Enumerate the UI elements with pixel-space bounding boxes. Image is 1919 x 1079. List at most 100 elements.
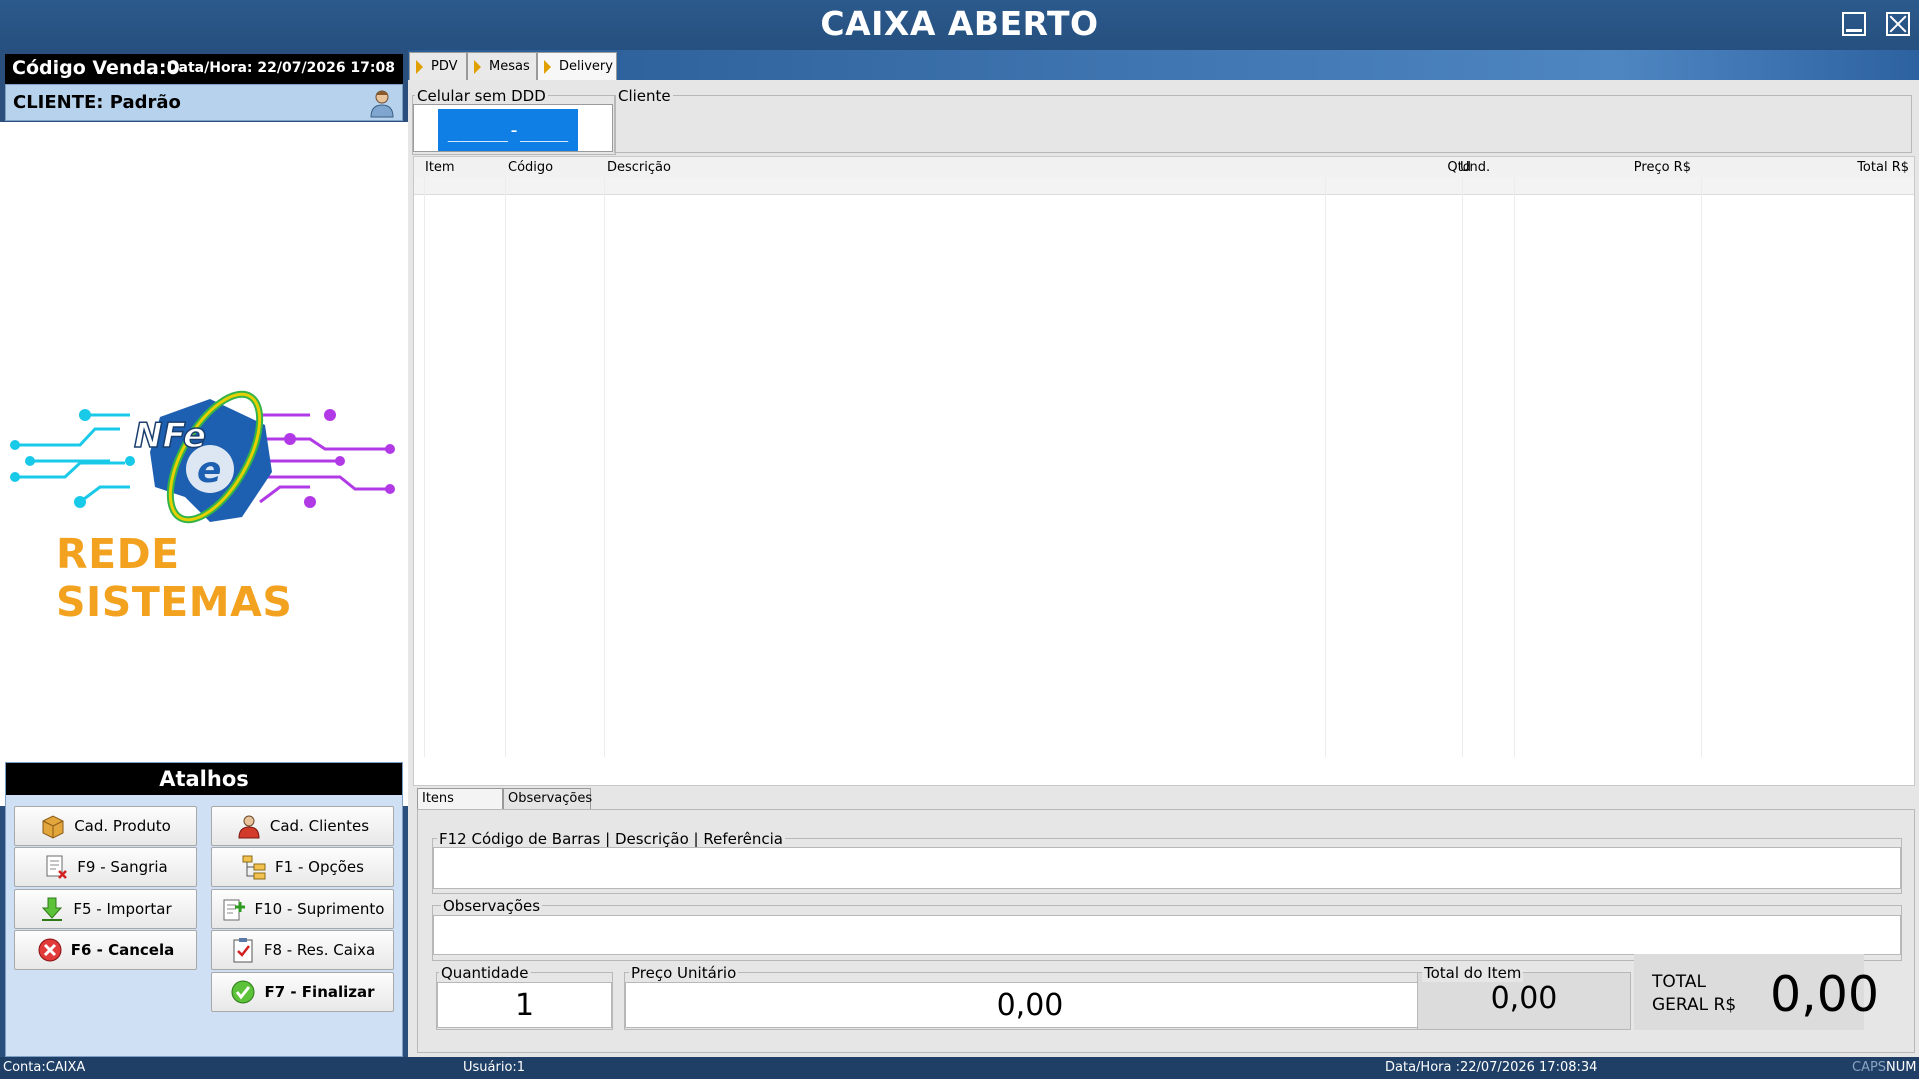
col-total[interactable]: Total R$ (1794, 160, 1909, 175)
tab-pdv[interactable]: PDV (409, 52, 467, 80)
col-descricao[interactable]: Descrição (607, 160, 671, 175)
grand-total-label-line2: GERAL R$ (1652, 995, 1737, 1015)
phone-label: Celular sem DDD (415, 87, 548, 105)
cancela-button[interactable]: F6 - Cancela (14, 930, 197, 970)
chevron-right-icon (544, 59, 551, 74)
status-num: NUM (1886, 1060, 1917, 1075)
grand-total-value: 0,00 (1770, 966, 1880, 1023)
status-user: Usuário:1 (463, 1060, 526, 1075)
items-grid[interactable]: Item Código Descrição Qtd Und. Preço R$ … (413, 156, 1915, 786)
item-total-label: Total do Item (1422, 964, 1524, 982)
item-total-value: 0,00 (1490, 981, 1558, 1016)
sale-datetime: Data/Hora: 22/07/2026 17:08 (166, 60, 395, 76)
status-account: Conta:CAIXA (3, 1060, 86, 1075)
cancela-label: F6 - Cancela (70, 941, 175, 959)
chevron-right-icon (474, 59, 481, 74)
status-caps: CAPS (1852, 1060, 1887, 1075)
phone-input[interactable] (438, 109, 578, 151)
main-panel: PDV Mesas Delivery Celular sem DDD Clien… (408, 50, 1919, 1057)
cad-produto-button[interactable]: Cad. Produto (14, 806, 197, 846)
sale-code: Código Venda:0 (12, 57, 180, 79)
tab-itens-pedido[interactable]: Itens Pedido (417, 788, 503, 826)
close-icon[interactable] (1886, 12, 1910, 36)
barcode-input[interactable] (433, 847, 1901, 889)
grand-total-label: TOTAL GERAL R$ (1652, 971, 1736, 1017)
document-add-icon (223, 899, 245, 921)
col-item[interactable]: Item (425, 160, 455, 175)
brand-name: REDE SISTEMAS (56, 530, 293, 626)
box-icon (42, 815, 64, 839)
sangria-label: F9 - Sangria (77, 858, 168, 876)
shortcuts-panel: Atalhos Cad. Produto Cad. Clientes F9 - … (5, 762, 403, 1057)
importar-button[interactable]: F5 - Importar (14, 889, 197, 929)
logo-area: NFe e REDE SISTEMAS (0, 122, 408, 806)
unit-price-field[interactable]: 0,00 (625, 982, 1435, 1028)
column-divider (1514, 177, 1515, 757)
sale-header: Código Venda:0 Data/Hora: 22/07/2026 17:… (5, 54, 403, 84)
col-codigo[interactable]: Código (508, 160, 553, 175)
tab-mesas-label: Mesas (489, 59, 530, 74)
column-divider (604, 177, 605, 757)
finalizar-button[interactable]: F7 - Finalizar (211, 972, 394, 1012)
grand-total-label-line1: TOTAL (1652, 972, 1706, 992)
opcoes-label: F1 - Opções (275, 858, 364, 876)
minimize-icon[interactable] (1842, 12, 1866, 36)
column-divider (424, 177, 425, 757)
phone-box (413, 104, 613, 152)
cad-produto-label: Cad. Produto (74, 817, 171, 835)
tab-strip: PDV Mesas Delivery (408, 50, 1919, 80)
tab-delivery-label: Delivery (559, 59, 613, 74)
nfe-mark: NFe (134, 416, 206, 456)
clipboard-check-icon (233, 938, 253, 963)
shortcuts-title: Atalhos (6, 763, 402, 795)
tab-pdv-label: PDV (431, 59, 458, 74)
barcode-label: F12 Código de Barras | Descrição | Refer… (437, 830, 786, 848)
left-panel: Código Venda:0 Data/Hora: 22/07/2026 17:… (0, 50, 408, 1057)
res-caixa-button[interactable]: F8 - Res. Caixa (211, 930, 394, 970)
item-total-group: Total do Item 0,00 (1417, 964, 1631, 1030)
suprimento-button[interactable]: F10 - Suprimento (211, 889, 394, 929)
col-preco[interactable]: Preço R$ (1574, 160, 1691, 175)
col-und[interactable]: Und. (1460, 160, 1490, 175)
tab-delivery[interactable]: Delivery (537, 52, 617, 80)
client-label: CLIENTE: Padrão (13, 92, 181, 113)
svg-text:e: e (197, 450, 221, 491)
title-bar: CAIXA ABERTO (0, 0, 1919, 50)
download-arrow-icon (42, 897, 63, 921)
observations-input[interactable] (433, 915, 1901, 955)
quantity-field[interactable]: 1 (437, 982, 612, 1028)
sangria-button[interactable]: F9 - Sangria (14, 847, 197, 887)
table-row[interactable] (414, 177, 1914, 195)
client-group[interactable]: Cliente (614, 87, 1912, 153)
importar-label: F5 - Importar (73, 900, 172, 918)
chevron-right-icon (416, 59, 423, 74)
tab-observacoes[interactable]: Observações (503, 788, 592, 810)
nfe-logo: NFe e (10, 390, 395, 524)
quantity-value: 1 (514, 988, 535, 1023)
cancel-x-icon (38, 938, 62, 962)
window-title: CAIXA ABERTO (820, 4, 1099, 43)
person-icon[interactable] (368, 88, 396, 118)
grand-total-box: TOTAL GERAL R$ 0,00 (1634, 954, 1879, 1030)
unit-price-label: Preço Unitário (629, 964, 739, 982)
obs-label: Observações (441, 897, 543, 915)
finalizar-label: F7 - Finalizar (264, 983, 375, 1001)
qty-label: Quantidade (439, 964, 531, 982)
column-divider (1701, 177, 1702, 757)
document-remove-icon (46, 855, 68, 879)
opcoes-button[interactable]: F1 - Opções (211, 847, 394, 887)
column-divider (1462, 177, 1463, 757)
client-bar[interactable]: CLIENTE: Padrão (5, 84, 403, 121)
cad-clientes-button[interactable]: Cad. Clientes (211, 806, 394, 846)
person-icon (238, 815, 260, 839)
res-caixa-label: F8 - Res. Caixa (263, 941, 376, 959)
tab-mesas[interactable]: Mesas (467, 52, 537, 80)
column-divider (1325, 177, 1326, 757)
check-circle-icon (231, 980, 255, 1004)
client-field-label: Cliente (616, 87, 673, 105)
tree-options-icon (242, 855, 266, 880)
unit-price-value: 0,00 (996, 988, 1064, 1023)
column-divider (505, 177, 506, 757)
grid-header: Item Código Descrição Qtd Und. Preço R$ … (414, 157, 1914, 177)
status-bar: Conta:CAIXA Usuário:1 Data/Hora :22/07/2… (0, 1057, 1919, 1079)
